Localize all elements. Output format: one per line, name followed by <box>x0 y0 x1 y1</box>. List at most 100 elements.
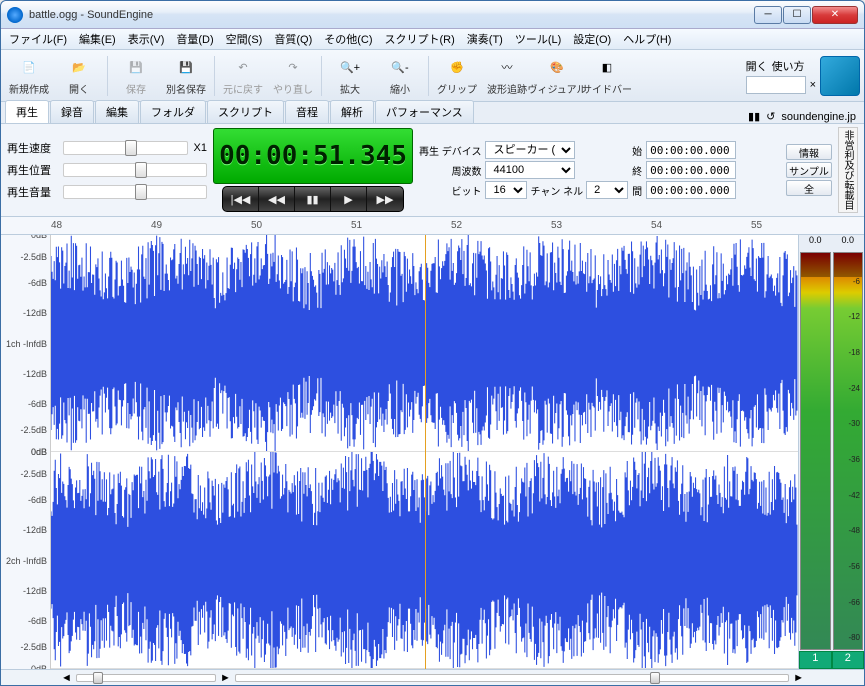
window-title: battle.ogg - SoundEngine <box>29 9 754 21</box>
grip-button[interactable]: ✊グリップ <box>433 53 481 99</box>
meter-foot-1[interactable]: 1 <box>799 651 832 669</box>
db-label: -2.5dB <box>20 252 47 262</box>
meter-peak-1: 0.0 <box>799 235 832 251</box>
scroll-end-icon[interactable]: ► <box>793 672 804 684</box>
app-icon <box>7 7 23 23</box>
menu-item[interactable]: 音質(Q) <box>268 29 318 49</box>
waveform-button[interactable]: 〰波形追跡 <box>483 53 531 99</box>
db-label: 0dB <box>31 664 47 669</box>
tab-5[interactable]: 音程 <box>285 100 329 123</box>
sidebar-button[interactable]: ◧サイドバー <box>583 53 631 99</box>
menu-item[interactable]: ツール(L) <box>509 29 567 49</box>
new-icon: 📄 <box>17 55 41 79</box>
sample-button[interactable]: サンプル <box>786 162 832 178</box>
ffwd-button[interactable]: ▶▶ <box>367 187 403 211</box>
rewind-button[interactable]: ◀◀ <box>259 187 295 211</box>
app-window: battle.ogg - SoundEngine ─ ☐ ✕ ファイル(F)編集… <box>0 0 865 686</box>
menu-item[interactable]: 演奏(T) <box>461 29 509 49</box>
panel-split-slider[interactable] <box>76 674 216 682</box>
meter-tick: -56 <box>848 562 860 571</box>
ruler-tick: 52 <box>451 220 462 231</box>
zoomin-icon: 🔍+ <box>338 55 362 79</box>
menu-item[interactable]: ファイル(F) <box>3 29 73 49</box>
bit-label: ビット <box>419 183 481 198</box>
tab-7[interactable]: パフォーマンス <box>375 100 474 123</box>
play-button[interactable]: ▶ <box>331 187 367 211</box>
meter-bar-2: -6-12-18-24-30-36-42-48-56-66-80 <box>833 252 864 650</box>
open-button[interactable]: 📂開く <box>55 53 103 99</box>
menu-item[interactable]: ヘルプ(H) <box>617 29 677 49</box>
playhead[interactable] <box>425 235 426 669</box>
tab-3[interactable]: フォルダ <box>140 100 206 123</box>
start-field[interactable] <box>646 141 736 159</box>
time-ruler[interactable]: 4849505152535455 <box>1 217 864 235</box>
tab-2[interactable]: 編集 <box>95 100 139 123</box>
db-label: 1ch -InfdB <box>6 339 47 349</box>
device-select[interactable]: スピーカー ( <box>485 141 575 159</box>
end-field[interactable] <box>646 161 736 179</box>
waveform-panel[interactable]: 0dB-2.5dB-6dB-12dB1ch -InfdB-12dB-6dB-2.… <box>1 235 798 669</box>
hscroll-slider[interactable] <box>235 674 789 682</box>
titlebar[interactable]: battle.ogg - SoundEngine ─ ☐ ✕ <box>1 1 864 29</box>
tab-1[interactable]: 録音 <box>50 100 94 123</box>
transport-bar: |◀◀ ◀◀ ▮▮ ▶ ▶▶ <box>222 186 404 212</box>
freq-select[interactable]: 44100 <box>485 161 575 179</box>
gap-field[interactable] <box>646 181 736 199</box>
minimize-button[interactable]: ─ <box>754 6 782 24</box>
meter-foot-2[interactable]: 2 <box>832 651 865 669</box>
menu-item[interactable]: スクリプト(R) <box>379 29 461 49</box>
saveas-button[interactable]: 💾別名保存 <box>162 53 210 99</box>
redo-icon: ↷ <box>281 55 305 79</box>
scroll-left-icon[interactable]: ◄ <box>61 672 72 684</box>
ruler-tick: 51 <box>351 220 362 231</box>
howto-link[interactable]: 使い方 <box>772 58 805 74</box>
save-button[interactable]: 💾保存 <box>112 53 160 99</box>
zoomout-icon: 🔍- <box>388 55 412 79</box>
bit-select[interactable]: 16 <box>485 181 527 199</box>
search-input[interactable] <box>746 76 806 94</box>
undo-button[interactable]: ↶元に戻す <box>219 53 267 99</box>
meter-tick: -66 <box>848 598 860 607</box>
db-label: 2ch -InfdB <box>6 556 47 566</box>
scroll-right-icon[interactable]: ► <box>220 672 231 684</box>
zoomout-button[interactable]: 🔍-縮小 <box>376 53 424 99</box>
speed-slider[interactable] <box>63 141 188 155</box>
meter-bar-1 <box>800 252 831 650</box>
menu-item[interactable]: 表示(V) <box>122 29 171 49</box>
meter-tick: -42 <box>848 491 860 500</box>
tab-6[interactable]: 解析 <box>330 100 374 123</box>
pause-button[interactable]: ▮▮ <box>295 187 331 211</box>
ruler-tick: 55 <box>751 220 762 231</box>
open-link[interactable]: 開く <box>746 58 768 74</box>
info-button[interactable]: 情報 <box>786 144 832 160</box>
menu-item[interactable]: 設定(O) <box>567 29 617 49</box>
pause-indicator-icon[interactable]: ▮▮ <box>748 110 760 123</box>
menu-item[interactable]: その他(C) <box>318 29 378 49</box>
visual-button[interactable]: 🎨ヴィジュアル <box>533 53 581 99</box>
redo-button[interactable]: ↷やり直し <box>269 53 317 99</box>
loop-indicator-icon[interactable]: ↺ <box>766 110 775 123</box>
skip-start-button[interactable]: |◀◀ <box>223 187 259 211</box>
menu-item[interactable]: 空間(S) <box>220 29 269 49</box>
zoomin-button[interactable]: 🔍+拡大 <box>326 53 374 99</box>
brand-icon[interactable] <box>820 56 860 96</box>
tab-0[interactable]: 再生 <box>5 100 49 123</box>
timer-display: 00:00:51.345 <box>213 128 413 184</box>
close-button[interactable]: ✕ <box>812 6 858 24</box>
chan-select[interactable]: 2 <box>586 181 628 199</box>
meter-tick: -24 <box>848 384 860 393</box>
all-button[interactable]: 全 <box>786 180 832 196</box>
db-label: -6dB <box>28 278 47 288</box>
position-slider[interactable] <box>63 163 207 177</box>
brand-url[interactable]: soundengine.jp <box>781 111 856 123</box>
menu-item[interactable]: 音量(D) <box>170 29 219 49</box>
db-label: -12dB <box>23 308 47 318</box>
menu-item[interactable]: 編集(E) <box>73 29 122 49</box>
maximize-button[interactable]: ☐ <box>783 6 811 24</box>
db-label: -12dB <box>23 369 47 379</box>
grip-icon: ✊ <box>445 55 469 79</box>
volume-slider[interactable] <box>63 185 207 199</box>
new-button[interactable]: 📄新規作成 <box>5 53 53 99</box>
tab-4[interactable]: スクリプト <box>207 100 284 123</box>
search-close-icon[interactable]: × <box>810 79 816 91</box>
